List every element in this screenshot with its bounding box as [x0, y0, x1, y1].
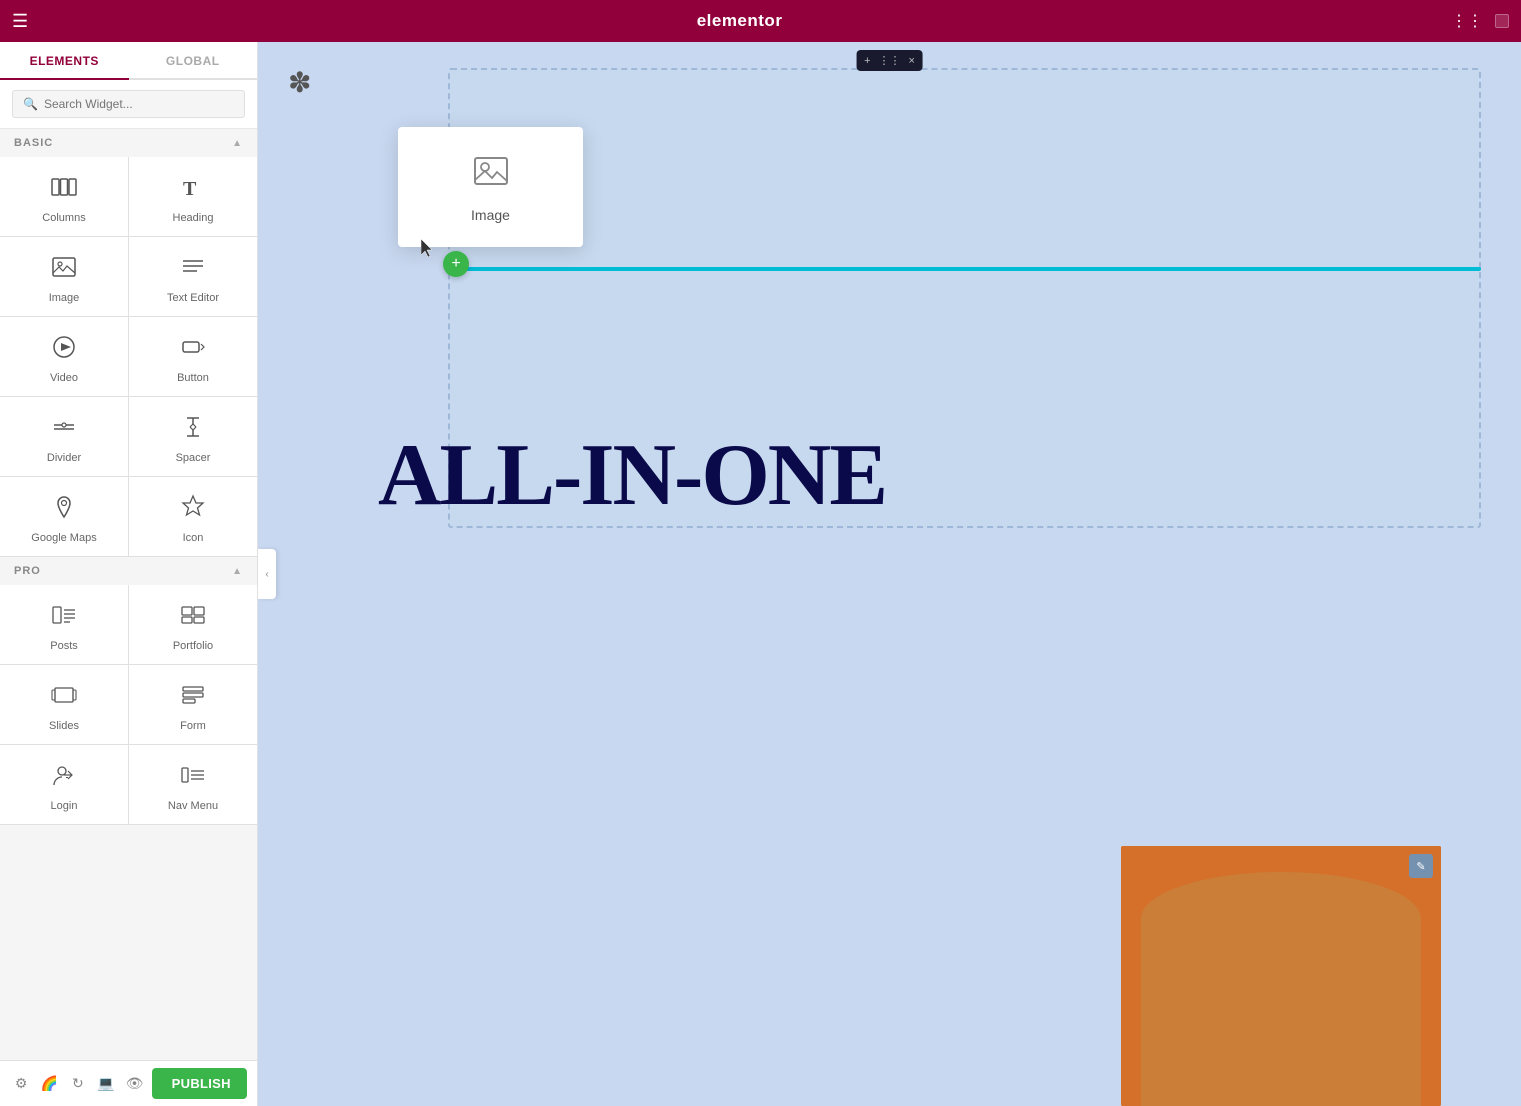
drag-widget-image-icon — [471, 151, 511, 199]
widget-divider[interactable]: Divider — [0, 397, 128, 476]
photo-edit-button[interactable]: ✎ — [1409, 854, 1433, 878]
widget-columns[interactable]: Columns — [0, 157, 128, 236]
drag-image-widget[interactable]: Image — [398, 127, 583, 247]
widget-image-label: Image — [49, 292, 80, 304]
portfolio-icon — [179, 601, 207, 634]
canvas-asterisk: ✽ — [288, 66, 311, 99]
responsive-icon[interactable]: 💻 — [95, 1069, 117, 1099]
widget-text-editor-label: Text Editor — [167, 292, 219, 304]
widget-form-label: Form — [180, 720, 206, 732]
widget-nav-menu[interactable]: Nav Menu — [129, 745, 257, 824]
widget-heading[interactable]: T Heading — [129, 157, 257, 236]
widget-google-maps[interactable]: Google Maps — [0, 477, 128, 556]
widget-divider-label: Divider — [47, 452, 81, 464]
section-pro-label: PRO — [14, 565, 41, 577]
elementor-logo: elementor — [40, 11, 1439, 31]
widget-login-label: Login — [51, 800, 78, 812]
settings-icon[interactable]: ⚙ — [10, 1069, 32, 1099]
widget-posts-label: Posts — [50, 640, 78, 652]
login-icon — [50, 761, 78, 794]
widget-posts[interactable]: Posts — [0, 585, 128, 664]
heading-icon: T — [179, 173, 207, 206]
eye-icon[interactable]: 👁 — [123, 1069, 145, 1099]
widget-video-label: Video — [50, 372, 78, 384]
widget-spacer-label: Spacer — [176, 452, 211, 464]
widget-icon-label: Icon — [183, 532, 204, 544]
canvas-close-icon[interactable]: × — [909, 55, 915, 67]
grid-icon[interactable]: ⋮⋮ — [1451, 11, 1483, 31]
widget-slides[interactable]: Slides — [0, 665, 128, 744]
top-bar: ☰ elementor ⋮⋮ — [0, 0, 1521, 42]
pro-widget-grid: Posts Portfolio — [0, 585, 257, 825]
widget-columns-label: Columns — [42, 212, 85, 224]
sidebar-scroll: BASIC ▲ Columns — [0, 129, 257, 1060]
publish-button[interactable]: PUBLISH — [152, 1068, 247, 1099]
basic-widget-grid: Columns T Heading — [0, 157, 257, 557]
text-editor-icon — [179, 253, 207, 286]
drag-widget-label: Image — [471, 207, 510, 223]
icon-widget-icon — [179, 493, 207, 526]
canvas-add-icon: + — [864, 55, 870, 67]
canvas-headline: ALL-IN-ONE — [378, 432, 1491, 520]
collapse-handle[interactable]: ‹ — [258, 549, 276, 599]
canvas-toolbar[interactable]: + ⋮⋮ × — [856, 50, 923, 71]
widget-portfolio-label: Portfolio — [173, 640, 213, 652]
window-minimize[interactable] — [1495, 14, 1509, 28]
sidebar-tabs: ELEMENTS GLOBAL — [0, 42, 257, 80]
svg-text:T: T — [183, 178, 197, 200]
posts-icon — [50, 601, 78, 634]
divider-icon — [50, 413, 78, 446]
widget-video[interactable]: Video — [0, 317, 128, 396]
widget-login[interactable]: Login — [0, 745, 128, 824]
tab-global[interactable]: GLOBAL — [129, 42, 258, 78]
hamburger-icon[interactable]: ☰ — [12, 11, 28, 32]
columns-icon — [50, 173, 78, 206]
main-layout: ELEMENTS GLOBAL 🔍 BASIC ▲ — [0, 42, 1521, 1106]
section-basic-label: BASIC — [14, 137, 53, 149]
chevron-down-icon-pro: ▲ — [232, 566, 243, 577]
widget-text-editor[interactable]: Text Editor — [129, 237, 257, 316]
button-icon — [179, 333, 207, 366]
image-icon — [50, 253, 78, 286]
bottom-bar: ⚙ 🌈 ↻ 💻 👁 PUBLISH ▲ — [0, 1060, 257, 1106]
photo-person-silhouette — [1141, 872, 1421, 1106]
sidebar: ELEMENTS GLOBAL 🔍 BASIC ▲ — [0, 42, 258, 1106]
canvas-move-icon: ⋮⋮ — [879, 54, 901, 67]
video-icon — [50, 333, 78, 366]
widget-image[interactable]: Image — [0, 237, 128, 316]
widget-google-maps-label: Google Maps — [31, 532, 96, 544]
spacer-icon — [179, 413, 207, 446]
nav-menu-icon — [179, 761, 207, 794]
history-icon[interactable]: ↻ — [67, 1069, 89, 1099]
widget-button-label: Button — [177, 372, 209, 384]
tab-elements[interactable]: ELEMENTS — [0, 42, 129, 80]
canvas-area: ‹ ✽ + ⋮⋮ × Image — [258, 42, 1521, 1106]
green-plus-button[interactable]: + — [443, 251, 469, 277]
widget-portfolio[interactable]: Portfolio — [129, 585, 257, 664]
slides-icon — [50, 681, 78, 714]
widget-form[interactable]: Form — [129, 665, 257, 744]
publish-btn-group: PUBLISH ▲ — [152, 1068, 247, 1099]
form-icon — [179, 681, 207, 714]
google-maps-icon — [50, 493, 78, 526]
widget-spacer[interactable]: Spacer — [129, 397, 257, 476]
search-container: 🔍 — [0, 80, 257, 129]
widget-icon[interactable]: Icon — [129, 477, 257, 556]
section-pro-header[interactable]: PRO ▲ — [0, 557, 257, 585]
widget-nav-menu-label: Nav Menu — [168, 800, 218, 812]
drop-indicator — [458, 267, 1481, 271]
widget-slides-label: Slides — [49, 720, 79, 732]
search-box: 🔍 — [12, 90, 245, 118]
widget-button[interactable]: Button — [129, 317, 257, 396]
section-basic-header[interactable]: BASIC ▲ — [0, 129, 257, 157]
cursor-indicator — [421, 239, 435, 259]
widget-heading-label: Heading — [173, 212, 214, 224]
search-icon: 🔍 — [23, 97, 38, 111]
style-icon[interactable]: 🌈 — [38, 1069, 60, 1099]
canvas-photo: ✎ — [1121, 846, 1441, 1106]
chevron-up-icon: ▲ — [232, 138, 243, 149]
search-input[interactable] — [44, 97, 234, 111]
